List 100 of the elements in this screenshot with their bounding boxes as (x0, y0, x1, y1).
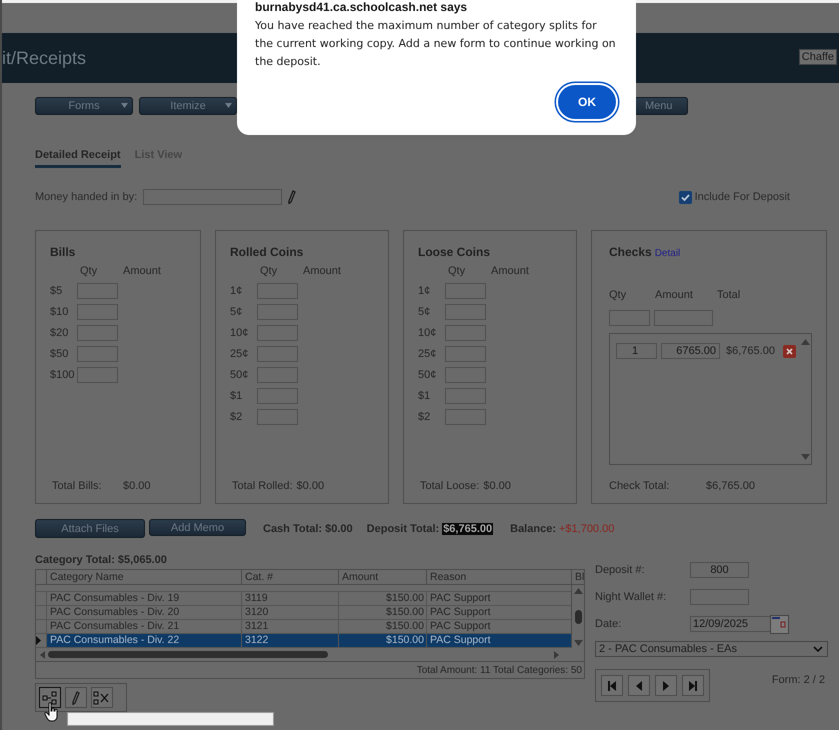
balance-label: Balance: (510, 522, 556, 534)
input-field[interactable] (690, 589, 749, 605)
denomination-label: 5¢ (230, 306, 244, 318)
menu-button[interactable]: Forms (35, 97, 133, 115)
total-value: $0.00 (296, 480, 324, 492)
input-field[interactable] (143, 189, 282, 205)
scrollbar-thumb[interactable] (574, 610, 582, 624)
quantity-field[interactable] (445, 304, 486, 320)
denomination-label: 25¢ (230, 348, 250, 360)
last-button[interactable] (682, 675, 704, 696)
quantity-field[interactable] (257, 283, 298, 299)
tab[interactable]: Detailed Receipt (35, 148, 121, 168)
denomination-label: $5 (50, 285, 64, 297)
column-header[interactable]: Cat. # (241, 570, 338, 584)
page-title: it/Receipts (2, 48, 86, 68)
checkbox[interactable] (678, 190, 692, 204)
table-row[interactable]: PAC Consumables - Div. 19 3119 $150.00 PAC Support (36, 592, 571, 606)
denomination-label: 25¢ (418, 348, 438, 360)
remove-split-button[interactable] (91, 687, 113, 708)
total-value: $0.00 (483, 480, 511, 492)
action-button[interactable]: Add Memo (149, 519, 246, 536)
denomination-label: $1 (418, 390, 432, 402)
quantity-field[interactable] (445, 283, 486, 299)
menu-button[interactable]: Menu (634, 97, 688, 115)
quantity-field[interactable] (445, 367, 486, 383)
pencil-icon[interactable] (288, 190, 296, 204)
column-header: Total (717, 289, 740, 302)
calendar-icon[interactable] (770, 614, 789, 634)
column-header: Amount (491, 265, 529, 278)
total-value: $6,765.00 (706, 480, 755, 492)
quantity-field[interactable] (445, 388, 486, 404)
table-row[interactable]: PAC Consumables - Div. 22 3122 $150.00 PAC Support (36, 634, 571, 648)
check-total: $6,765.00 (726, 345, 775, 357)
column-header[interactable]: Category Name (46, 570, 241, 584)
denomination-label: $2 (230, 411, 244, 423)
first-icon (608, 680, 616, 690)
quantity-field[interactable] (445, 325, 486, 341)
form-select[interactable]: 2 - PAC Consumables - EAs (595, 641, 828, 657)
table-cell: 3121 (241, 620, 338, 633)
category-total: Category Total: $5,065.00 (35, 554, 168, 568)
quantity-field[interactable] (445, 409, 486, 425)
school-select[interactable]: Chaffe (798, 49, 837, 65)
scroll-left-icon[interactable] (40, 650, 45, 658)
quantity-field[interactable] (257, 346, 298, 362)
amount-field[interactable]: 6765.00 (661, 343, 720, 359)
amount-field[interactable] (654, 310, 713, 326)
date-field[interactable]: 12/09/2025 (690, 616, 772, 632)
column-header: Qty (609, 289, 628, 302)
detail-link[interactable]: Detail (654, 248, 680, 259)
column-header[interactable]: Reason (426, 570, 571, 584)
split-button[interactable] (39, 687, 61, 708)
scroll-up-icon[interactable] (574, 588, 582, 594)
scroll-down-icon[interactable] (800, 454, 810, 460)
quantity-field[interactable] (257, 304, 298, 320)
quantity-field[interactable] (77, 346, 118, 362)
delete-icon[interactable] (782, 344, 796, 358)
quantity-field[interactable] (257, 388, 298, 404)
scroll-up-icon[interactable] (800, 339, 810, 345)
scroll-right-icon[interactable] (554, 650, 559, 658)
table-cell: PAC Consumables - Div. 21 (46, 620, 241, 633)
quantity-field[interactable] (77, 304, 118, 320)
input-field[interactable]: 800 (690, 562, 749, 578)
scroll-down-icon[interactable] (574, 640, 582, 646)
quantity-field[interactable]: 1 (616, 343, 657, 359)
quantity-field[interactable] (77, 325, 118, 341)
first-button[interactable] (601, 675, 623, 696)
table-footer: Total Amount: 11 Total Categories: 50 (416, 664, 582, 676)
column-header: Amount (123, 265, 161, 278)
column-header: Qty (80, 265, 98, 278)
action-button[interactable]: Attach Files (35, 519, 145, 538)
hand-cursor-icon (44, 702, 60, 722)
chevron-down-icon (813, 646, 823, 652)
previous-button[interactable] (628, 675, 650, 696)
cash-total: Cash Total: $0.00 (263, 522, 353, 534)
table-row[interactable]: PAC Consumables - Div. 20 3120 $150.00 PAC Support (36, 606, 571, 620)
scrollbar-thumb[interactable] (48, 651, 328, 658)
denomination-label: $2 (418, 411, 432, 423)
split-icon (42, 690, 58, 704)
denomination-label: $10 (50, 306, 70, 318)
quantity-field[interactable] (257, 409, 298, 425)
quantity-field[interactable] (77, 283, 118, 299)
quantity-field[interactable] (77, 367, 118, 383)
quantity-field[interactable] (257, 325, 298, 341)
quantity-field[interactable] (257, 367, 298, 383)
column-header[interactable]: Amount (338, 570, 426, 584)
edit-button[interactable] (65, 687, 87, 708)
column-header: Qty (260, 265, 278, 278)
total-label: Total Rolled: (232, 480, 293, 492)
denomination-label: $50 (50, 348, 70, 360)
field-label: Money handed in by: (35, 191, 138, 203)
panel-title: Bills (50, 245, 76, 259)
table-cell: PAC Support (426, 620, 571, 633)
ok-button[interactable]: OK (558, 85, 616, 119)
column-header[interactable]: Bl (571, 570, 584, 584)
menu-button[interactable]: Itemize (139, 97, 237, 115)
deposit-total: $6,765.00 (442, 522, 494, 534)
total-label: Check Total: (609, 480, 670, 492)
next-button[interactable] (655, 675, 677, 696)
quantity-field[interactable] (609, 310, 650, 326)
quantity-field[interactable] (445, 346, 486, 362)
